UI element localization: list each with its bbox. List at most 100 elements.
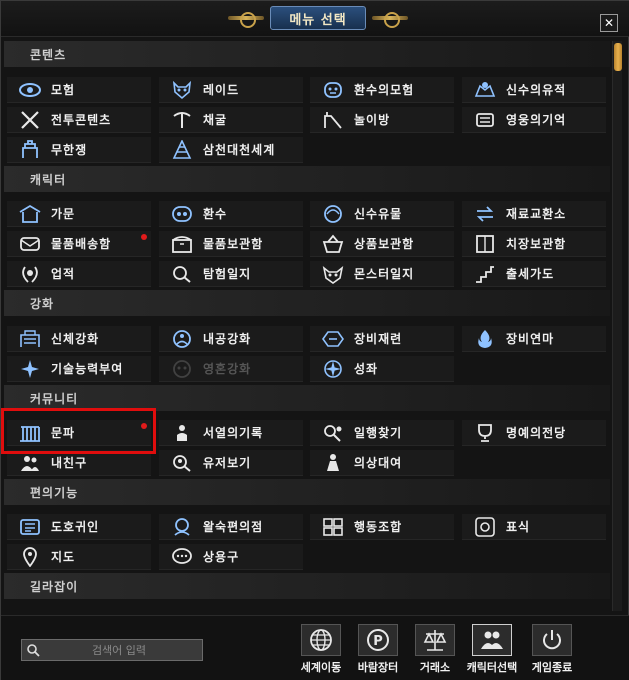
- scales-icon: [415, 624, 455, 656]
- menu-item-spirit[interactable]: 환수: [159, 201, 303, 227]
- category-label: 콘텐츠: [30, 48, 67, 62]
- menu-list[interactable]: 콘텐츠 모험 레이드 환수의모험 신수의유적 전투콘텐츠 채굴 놀이방 영웅의기…: [4, 38, 610, 613]
- mailbox-icon: [17, 233, 43, 255]
- scrollbar[interactable]: [612, 41, 622, 611]
- menu-item-item-storage[interactable]: 물품보관함: [159, 231, 303, 257]
- category-label: 편의기능: [30, 486, 79, 500]
- chat-bubble-icon: [169, 546, 195, 568]
- menu-item-inner-enhance[interactable]: 내공강화: [159, 326, 303, 352]
- menu-item-material-exchange[interactable]: 재료교환소: [462, 201, 606, 227]
- menu-item-rank-record[interactable]: 서열의기록: [159, 420, 303, 446]
- meditation-icon: [169, 328, 195, 350]
- category-label: 캐릭터: [30, 173, 67, 187]
- menu-item-town-return[interactable]: 도호귀인: [7, 514, 151, 540]
- parking-coin-icon: P: [358, 624, 398, 656]
- spirit-face-icon: [320, 79, 346, 101]
- scroll-icon: [472, 109, 498, 131]
- search-box: [21, 639, 203, 661]
- close-button[interactable]: ✕: [600, 14, 618, 32]
- window-title: 메뉴 선택: [270, 6, 366, 30]
- menu-item-infinite-battle[interactable]: 무한쟁: [7, 137, 151, 163]
- menu-item-hall-of-fame[interactable]: 명예의전당: [462, 420, 606, 446]
- power-icon: [532, 624, 572, 656]
- menu-item-map[interactable]: 지도: [7, 544, 151, 570]
- exchange-button[interactable]: 거래소: [408, 624, 462, 680]
- monster-icon: [320, 263, 346, 285]
- menu-item-party-finder[interactable]: 일행찾기: [310, 420, 454, 446]
- flame-icon: [472, 328, 498, 350]
- pagoda-icon: [169, 139, 195, 161]
- category-label: 길라잡이: [30, 580, 79, 594]
- search-icon: [22, 640, 44, 660]
- menu-item-phrases[interactable]: 상용구: [159, 544, 303, 570]
- keypad-icon: [320, 516, 346, 538]
- menu-item-skill-grant[interactable]: 기술능력부여: [7, 356, 151, 382]
- wardrobe-icon: [472, 233, 498, 255]
- game-exit-button[interactable]: 게임종료: [525, 624, 579, 680]
- category-label: 강화: [30, 297, 55, 311]
- char-select-button[interactable]: 캐릭터선택: [465, 624, 519, 680]
- selection-highlight: [1, 408, 156, 454]
- menu-item-spirit-adventure[interactable]: 환수의모험: [310, 77, 454, 103]
- slide-icon: [320, 109, 346, 131]
- chest-icon: [169, 233, 195, 255]
- menu-item-hunt[interactable]: 모험: [7, 77, 151, 103]
- ornament-left-icon: [224, 11, 268, 28]
- bottom-bar: 세계이동 P 바람장터 거래소 캐릭터선택 게임종료: [1, 615, 629, 680]
- menu-item-exploration-log[interactable]: 탐험일지: [159, 261, 303, 287]
- characters-icon: [472, 624, 512, 656]
- search-input[interactable]: [44, 643, 194, 657]
- trophy-icon: [472, 422, 498, 444]
- menu-item-clan[interactable]: 가문: [7, 201, 151, 227]
- anvil-icon: [320, 328, 346, 350]
- orb-icon: [320, 203, 346, 225]
- menu-item-beast-relic[interactable]: 신수유물: [310, 201, 454, 227]
- merchant-icon: [169, 516, 195, 538]
- house-icon: [17, 203, 43, 225]
- menu-item-success-path[interactable]: 출세가도: [462, 261, 606, 287]
- menu-item-user-view[interactable]: 유저보기: [159, 450, 303, 476]
- menu-item-costume-storage[interactable]: 치장보관함: [462, 231, 606, 257]
- menu-item-hero-memory[interactable]: 영웅의기억: [462, 107, 606, 133]
- title-bar: 메뉴 선택 ✕: [1, 1, 629, 37]
- scroll-thumb[interactable]: [614, 43, 622, 71]
- menu-item-three-worlds[interactable]: 삼천대천세계: [159, 137, 303, 163]
- menu-item-constellation[interactable]: 성좌: [310, 356, 454, 382]
- menu-item-playground[interactable]: 놀이방: [310, 107, 454, 133]
- ornament-right-icon: [368, 11, 412, 28]
- category-enhance: 강화: [4, 290, 610, 316]
- laurel-icon: [17, 263, 43, 285]
- tower-icon: [17, 139, 43, 161]
- menu-item-emblem[interactable]: 표식: [462, 514, 606, 540]
- globe-icon: [301, 624, 341, 656]
- menu-item-equip-polish[interactable]: 장비연마: [462, 326, 606, 352]
- menu-item-soul-enhance: 영혼강화: [159, 356, 303, 382]
- menu-item-relic[interactable]: 신수의유적: [462, 77, 606, 103]
- menu-item-battle-content[interactable]: 전투콘텐츠: [7, 107, 151, 133]
- menu-item-costume-rent[interactable]: 의상대여: [310, 450, 454, 476]
- menu-item-product-storage[interactable]: 상품보관함: [310, 231, 454, 257]
- menu-item-item-delivery[interactable]: 물품배송함: [7, 231, 151, 257]
- menu-item-achievement[interactable]: 업적: [7, 261, 151, 287]
- menu-item-wallet-store[interactable]: 왈숙편의점: [159, 514, 303, 540]
- return-scroll-icon: [17, 516, 43, 538]
- magnifier-book-icon: [169, 263, 195, 285]
- menu-item-raid[interactable]: 레이드: [159, 77, 303, 103]
- pickaxe-icon: [169, 109, 195, 131]
- person-podium-icon: [169, 422, 195, 444]
- sparkle-icon: [17, 358, 43, 380]
- category-character: 캐릭터: [4, 166, 610, 192]
- wind-market-button[interactable]: P 바람장터: [351, 624, 405, 680]
- menu-item-gather[interactable]: 채굴: [159, 107, 303, 133]
- menu-window: 메뉴 선택 ✕ 콘텐츠 모험 레이드 환수의모험 신수의유적 전투콘텐츠 채굴 …: [0, 0, 629, 680]
- spirit-pet-icon: [169, 203, 195, 225]
- title-ornament: 메뉴 선택: [223, 5, 413, 31]
- menu-item-body-enhance[interactable]: 신체강화: [7, 326, 151, 352]
- swap-icon: [472, 203, 498, 225]
- menu-item-monster-log[interactable]: 몬스터일지: [310, 261, 454, 287]
- eye-icon: [17, 79, 43, 101]
- menu-item-equip-reforge[interactable]: 장비재련: [310, 326, 454, 352]
- world-move-button[interactable]: 세계이동: [294, 624, 348, 680]
- menu-item-action-combine[interactable]: 행동조합: [310, 514, 454, 540]
- category-guide: 길라잡이: [4, 573, 610, 599]
